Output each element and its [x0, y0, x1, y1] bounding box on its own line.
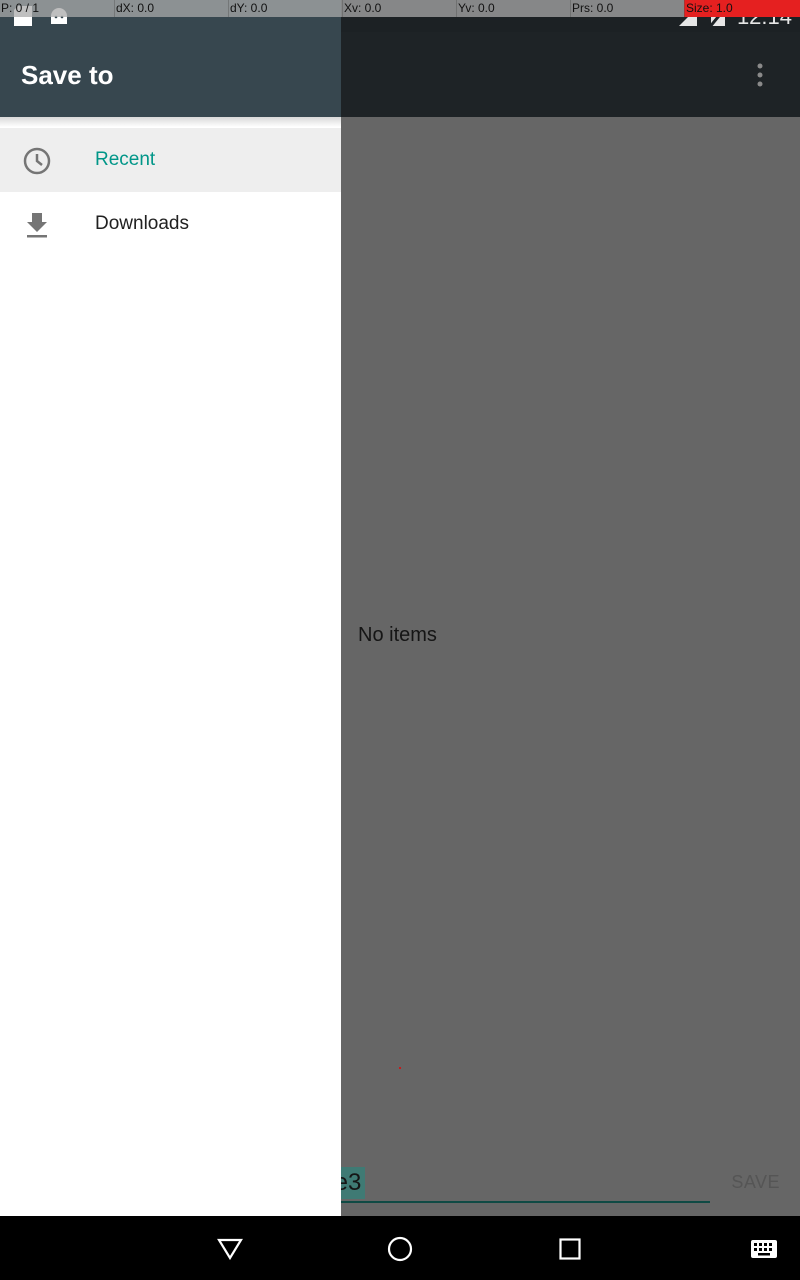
back-button[interactable] — [213, 1232, 247, 1266]
home-circle-icon — [387, 1236, 413, 1262]
keyboard-icon — [751, 1240, 777, 1258]
debug-size: Size: 1.0 — [684, 0, 800, 17]
debug-prs: Prs: 0.0 — [570, 0, 684, 17]
debug-dx: dX: 0.0 — [114, 0, 228, 17]
back-triangle-icon — [217, 1238, 243, 1260]
debug-xv: Xv: 0.0 — [342, 0, 456, 17]
navigation-drawer: Save to Recent Downloads — [0, 0, 341, 1216]
save-button[interactable]: SAVE — [731, 1172, 780, 1193]
drawer-item-downloads[interactable]: Downloads — [0, 192, 341, 256]
drawer-header-shadow — [0, 117, 341, 127]
drawer-title: Save to — [21, 60, 114, 90]
home-button[interactable] — [383, 1232, 417, 1266]
debug-yv: Yv: 0.0 — [456, 0, 570, 17]
more-options-button[interactable] — [742, 62, 778, 88]
drawer-item-label: Recent — [95, 149, 156, 170]
download-icon — [27, 213, 47, 238]
drawer-item-recent[interactable]: Recent — [0, 128, 341, 192]
drawer-item-label: Downloads — [95, 213, 189, 234]
debug-pointer: P: 0 / 1 — [1, 1, 40, 15]
empty-state-text: No items — [358, 624, 437, 646]
recents-button[interactable] — [553, 1232, 587, 1266]
recents-square-icon — [559, 1238, 581, 1260]
debug-dy: dY: 0.0 — [228, 0, 342, 17]
navigation-bar — [0, 1216, 800, 1280]
more-vert-icon — [757, 63, 763, 87]
touch-marker — [399, 1067, 401, 1069]
clock-icon — [23, 147, 51, 175]
pointer-debug-overlay: P: 0 / 1 dX: 0.0 dY: 0.0 Xv: 0.0 Yv: 0.0… — [0, 0, 800, 17]
keyboard-switch-button[interactable] — [747, 1232, 781, 1266]
